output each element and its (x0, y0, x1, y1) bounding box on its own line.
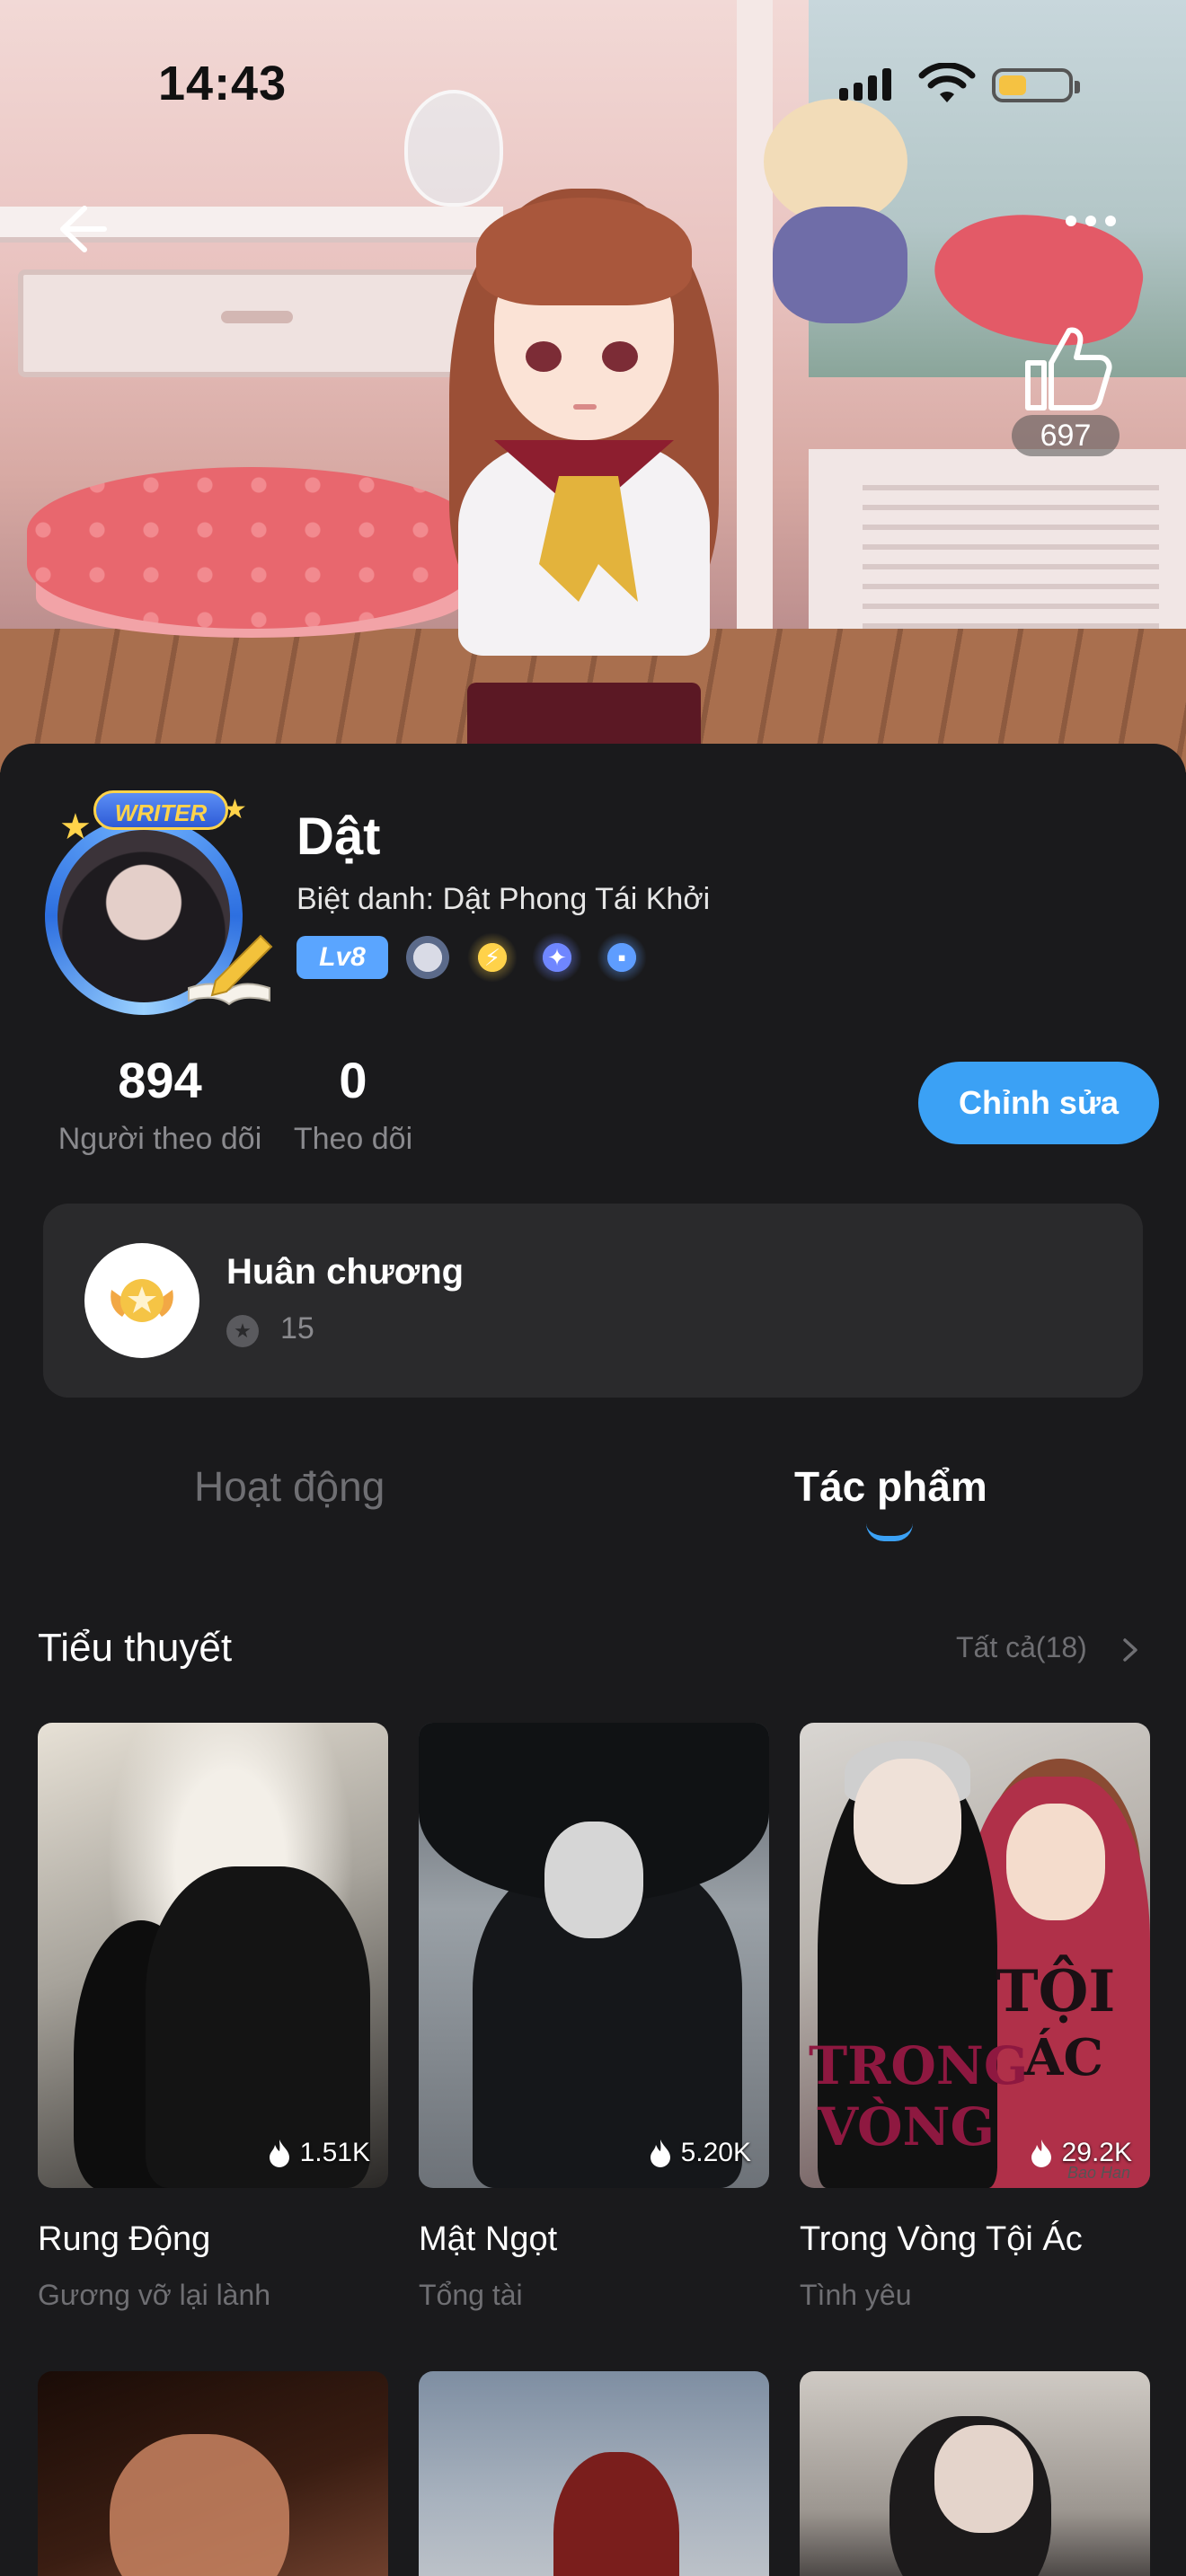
blue-book-medal-icon[interactable]: ✦ (532, 932, 582, 983)
medal-card-title: Huân chương (226, 1252, 465, 1292)
cover-figure (110, 2434, 289, 2576)
followers-stat[interactable]: 894 Người theo dõi (52, 1051, 268, 1157)
cover-title-text: TRONG (809, 2035, 1029, 2096)
flame-icon (650, 2139, 670, 2167)
novel-cover[interactable]: 1.51K (38, 1723, 388, 2188)
flame-icon (1031, 2139, 1051, 2167)
cover-title-text: ÁC (1024, 2028, 1104, 2087)
banner-teddy-bear (755, 99, 916, 332)
status-time: 14:43 (158, 57, 288, 110)
battery-icon (992, 68, 1080, 102)
heat-badge: 5.20K (647, 2138, 751, 2168)
battery-fill (999, 75, 1026, 95)
flame-icon (269, 2139, 289, 2167)
more-dot (1105, 216, 1116, 226)
novel-card[interactable]: TỘI TRONG ÁC VÒNG Bao Han 29.2K Trong Vò… (800, 1723, 1150, 2312)
novels-see-all[interactable]: Tất cả(18) (956, 1631, 1087, 1664)
signal-icon (839, 68, 891, 101)
following-count: 0 (339, 1052, 367, 1108)
signal-bar (868, 75, 877, 101)
cover-face (1006, 1804, 1105, 1920)
more-icon[interactable] (1066, 216, 1116, 226)
novel-card[interactable]: 5.20K Mật Ngọt Tổng tài (419, 1723, 769, 2312)
avatar[interactable]: WRITER ★ ★ (27, 790, 273, 1015)
heat-badge: 29.2K (1028, 2138, 1132, 2168)
tab-activity[interactable]: Hoạt động (194, 1462, 385, 1511)
novel-tag: Tình yêu (800, 2279, 912, 2311)
novel-title: Trong Vòng Tội Ác (800, 2220, 1083, 2258)
banner-drawer (18, 269, 485, 377)
edit-profile-button[interactable]: Chỉnh sửa (918, 1062, 1159, 1144)
like-count: 697 (1012, 415, 1120, 456)
cover-face (854, 1759, 961, 1884)
teddy-body (773, 207, 907, 323)
drawer-handle (221, 311, 293, 323)
wifi-icon (918, 63, 976, 102)
chevron-right-icon[interactable] (1120, 1636, 1141, 1663)
signal-bar (882, 68, 891, 101)
medal-icon-graphic (111, 1279, 173, 1322)
heat-badge: 1.51K (266, 2138, 370, 2168)
signal-bar (854, 83, 863, 101)
silver-medal-icon[interactable] (403, 932, 453, 983)
novels-section-title: Tiểu thuyết (38, 1626, 233, 1670)
character-mouth (573, 404, 597, 410)
gold-medal-icon[interactable]: ⚡ (467, 932, 518, 983)
more-dot (1066, 216, 1076, 226)
medal-card[interactable]: Huân chương ★ 15 (43, 1204, 1143, 1398)
level-badge[interactable]: Lv8 (296, 936, 388, 979)
pen-book-icon (188, 934, 273, 1006)
star-icon: ★ (223, 795, 247, 825)
banner-stool (27, 467, 476, 629)
novel-title: Rung Động (38, 2220, 211, 2258)
cover-face (544, 1822, 643, 1938)
novel-card[interactable]: 1.51K Rung Động Gương vỡ lại lành (38, 1723, 388, 2312)
tab-works[interactable]: Tác phẩm (794, 1462, 987, 1511)
novel-cover[interactable]: TỘI TRONG ÁC VÒNG Bao Han 29.2K (800, 1723, 1150, 2188)
following-stat[interactable]: 0 Theo dõi (286, 1051, 420, 1157)
cover-title-text: TỘI (996, 1958, 1116, 2025)
following-label: Theo dõi (293, 1122, 413, 1156)
novel-cover[interactable] (38, 2371, 388, 2576)
user-nickname: Biệt danh: Dật Phong Tái Khởi (296, 882, 711, 916)
back-arrow-icon[interactable] (50, 198, 113, 260)
character-eye-left (526, 341, 562, 372)
thumbs-up-icon[interactable] (1012, 314, 1120, 422)
medal-count: 15 (280, 1311, 314, 1345)
heat-count: 5.20K (680, 2138, 751, 2167)
more-dot (1085, 216, 1096, 226)
heat-count: 1.51K (299, 2138, 370, 2167)
medal-count-icon: ★ (226, 1315, 259, 1347)
cover-figure (553, 2452, 679, 2576)
novel-cover[interactable] (419, 2371, 769, 2576)
profile-banner (0, 0, 1186, 772)
medal-icon (84, 1243, 199, 1358)
novel-cover[interactable]: 5.20K (419, 1723, 769, 2188)
novel-title: Mật Ngọt (419, 2220, 558, 2258)
followers-label: Người theo dõi (58, 1122, 262, 1156)
followers-count: 894 (118, 1052, 202, 1108)
star-icon: ★ (59, 807, 92, 847)
character-bangs (476, 198, 692, 305)
cover-face (934, 2425, 1033, 2533)
heat-count: 29.2K (1061, 2138, 1132, 2167)
user-name: Dật (296, 807, 381, 866)
badge-row: Lv8 ⚡ ✦ ▪ (296, 932, 647, 983)
novel-tag: Gương vỡ lại lành (38, 2279, 271, 2311)
signal-bar (839, 88, 848, 101)
blue-tablet-medal-icon[interactable]: ▪ (597, 932, 647, 983)
teddy-head (764, 99, 907, 225)
writer-badge: WRITER (93, 790, 228, 830)
cover-title-text: VÒNG (818, 2096, 996, 2157)
character-eye-right (602, 341, 638, 372)
novel-cover[interactable] (800, 2371, 1150, 2576)
banner-character (431, 180, 737, 772)
novel-tag: Tổng tài (419, 2279, 523, 2311)
